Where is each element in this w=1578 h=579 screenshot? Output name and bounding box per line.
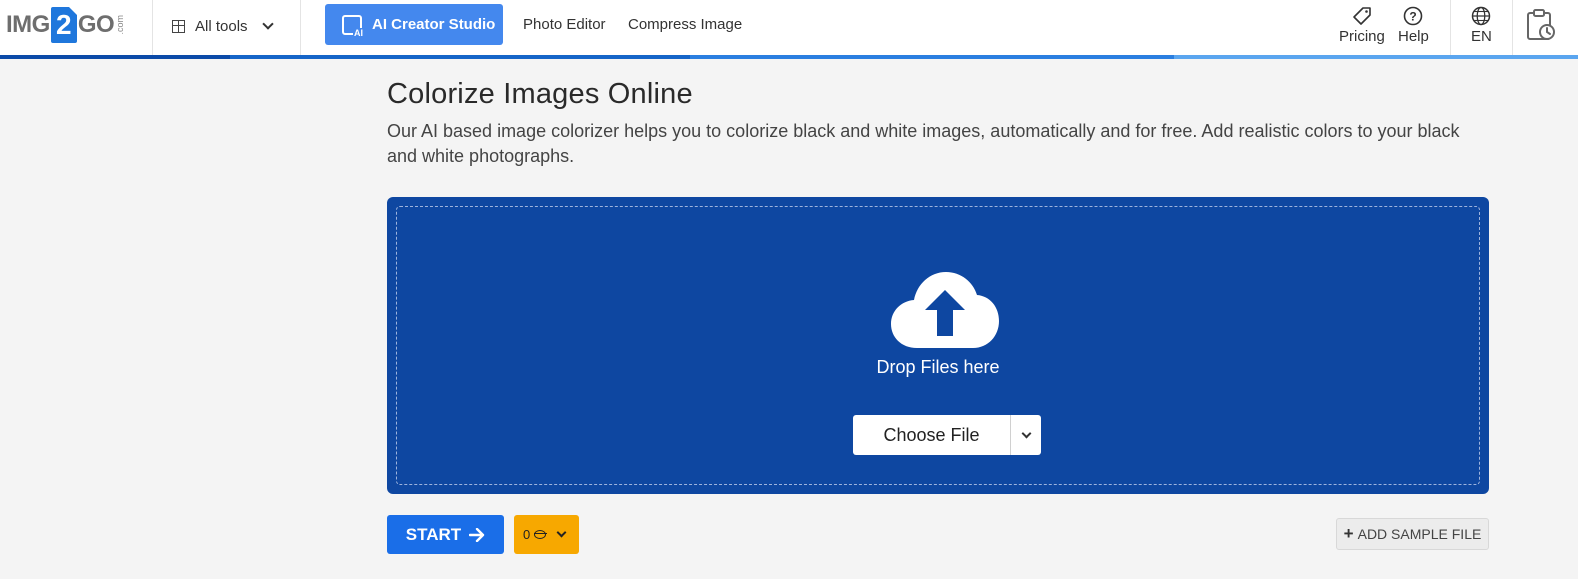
start-label: START [405, 524, 462, 544]
cloud-upload-icon [891, 272, 999, 348]
header-divider [1512, 0, 1513, 55]
grid-icon [172, 19, 185, 33]
arrow-right-icon [469, 527, 485, 542]
choose-file-dropdown[interactable] [1011, 415, 1041, 455]
page-title: Colorize Images Online [387, 78, 693, 110]
header-divider [300, 0, 301, 55]
plus-icon: + [1343, 524, 1354, 543]
help-label: Help [1398, 28, 1429, 45]
add-sample-label: ADD SAMPLE FILE [1357, 526, 1482, 542]
logo-suffix: .com [115, 15, 126, 35]
clipboard-clock-icon [1527, 9, 1555, 40]
page-description: Our AI based image colorizer helps you t… [387, 121, 1460, 166]
top-header: IMG 2 GO .com All tools AI Creator Studi… [0, 0, 1578, 55]
help-icon: ? [1404, 6, 1423, 26]
ai-image-icon [342, 14, 364, 38]
logo-text-left: IMG [6, 11, 50, 38]
price-tag-icon [1353, 7, 1371, 25]
chevron-down-icon [1021, 428, 1031, 438]
ai-creator-studio-label: AI Creator Studio [372, 16, 496, 33]
logo-text-right: GO [77, 11, 115, 38]
svg-text:?: ? [1410, 10, 1417, 24]
header-accent-bar [0, 55, 1578, 59]
credits-dropdown[interactable]: 0 [514, 515, 579, 554]
start-button[interactable]: START [387, 515, 504, 554]
header-divider [1450, 0, 1451, 55]
nav-compress-image[interactable]: Compress Image [628, 16, 742, 33]
all-tools-menu[interactable]: All tools [172, 14, 274, 38]
credits-count: 0 [523, 527, 531, 542]
add-sample-file-button[interactable]: + ADD SAMPLE FILE [1336, 518, 1489, 550]
header-divider [152, 0, 153, 55]
coin-icon [533, 530, 547, 539]
ai-creator-studio-button[interactable]: AI Creator Studio [325, 4, 503, 45]
globe-icon [1472, 6, 1491, 26]
history-button[interactable] [1525, 8, 1557, 42]
language-label: EN [1471, 28, 1492, 45]
drop-zone-border: Drop Files here Choose File [396, 206, 1480, 485]
chevron-down-icon [261, 17, 274, 30]
language-selector[interactable]: EN [1471, 6, 1492, 45]
drop-files-text: Drop Files here [876, 357, 1000, 377]
choose-file-group: Choose File [853, 415, 1041, 455]
help-link[interactable]: ? Help [1398, 6, 1429, 45]
chevron-down-icon [556, 527, 567, 538]
img2go-logo[interactable]: IMG 2 GO .com [6, 6, 125, 44]
logo-text-middle: 2 [50, 7, 77, 43]
nav-photo-editor[interactable]: Photo Editor [523, 16, 606, 33]
pricing-link[interactable]: Pricing [1339, 6, 1385, 45]
choose-file-button[interactable]: Choose File [853, 415, 1011, 455]
file-drop-zone[interactable]: Drop Files here Choose File [387, 197, 1489, 494]
all-tools-label: All tools [195, 17, 248, 35]
pricing-label: Pricing [1339, 28, 1385, 45]
